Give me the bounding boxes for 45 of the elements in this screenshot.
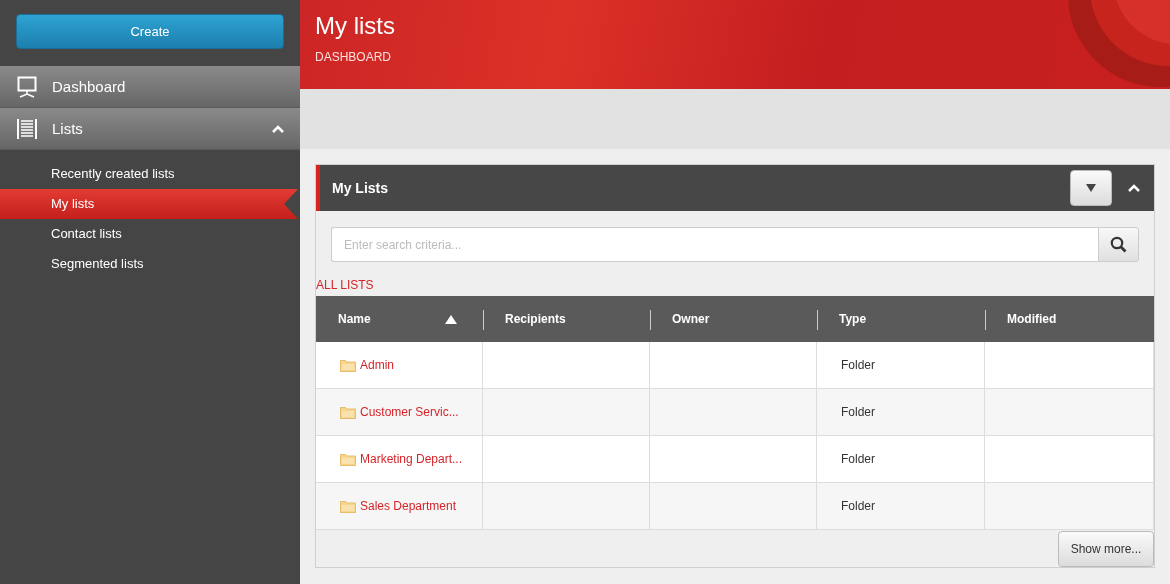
column-header[interactable]: Name	[316, 296, 483, 342]
table-cell: Folder	[817, 483, 985, 530]
search-button[interactable]	[1098, 227, 1139, 262]
search-icon	[1110, 236, 1127, 253]
submenu-item[interactable]: Segmented lists	[0, 249, 298, 279]
folder-icon	[340, 499, 356, 513]
column-header[interactable]: Owner	[650, 296, 817, 342]
table-cell: Folder	[817, 342, 985, 389]
table-cell: Folder	[817, 389, 985, 436]
list-name-link[interactable]: Marketing Depart...	[360, 452, 463, 466]
list-name-link[interactable]: Admin	[360, 358, 394, 372]
column-label: Owner	[671, 312, 711, 326]
folder-icon	[340, 452, 356, 466]
table-cell: Folder	[817, 436, 985, 483]
submenu-item[interactable]: My lists	[0, 189, 298, 219]
presentation-board-icon	[17, 75, 37, 98]
nav-label: Dashboard	[52, 78, 127, 95]
nav-label: Lists	[52, 120, 84, 137]
column-header[interactable]: Modified	[985, 296, 1154, 342]
submenu-item[interactable]: Contact lists	[0, 219, 298, 249]
list-icon	[17, 117, 37, 140]
search-field[interactable]: Enter search criteria...	[331, 227, 1098, 262]
list-name-link[interactable]: Sales Department	[360, 499, 457, 513]
show-more-button[interactable]: Show more...	[1058, 531, 1154, 567]
column-header[interactable]: Type	[817, 296, 985, 342]
column-label: Modified	[1006, 312, 1058, 326]
triangle-down-icon	[1086, 184, 1096, 192]
filter-link[interactable]: ALL LISTS	[316, 278, 374, 292]
submenu-item[interactable]: Recently created lists	[0, 159, 298, 189]
column-label: Type	[838, 312, 868, 326]
chevron-up-icon[interactable]	[272, 124, 284, 133]
folder-icon	[340, 405, 356, 419]
create-button[interactable]: Create	[16, 14, 284, 49]
nav-item[interactable]: Lists	[0, 108, 300, 150]
list-name-link[interactable]: Customer Servic...	[360, 405, 459, 419]
column-label: Recipients	[504, 312, 567, 326]
nav-item[interactable]: Dashboard	[0, 66, 300, 108]
column-header[interactable]: Recipients	[483, 296, 650, 342]
chevron-up-icon[interactable]	[1128, 184, 1140, 192]
column-label: Name	[337, 312, 372, 326]
page-title: My lists	[315, 12, 396, 40]
panel-title: My Lists	[332, 180, 389, 196]
folder-icon	[340, 358, 356, 372]
breadcrumb-link[interactable]: DASHBOARD	[315, 50, 391, 64]
dropdown-button[interactable]	[1070, 170, 1112, 206]
